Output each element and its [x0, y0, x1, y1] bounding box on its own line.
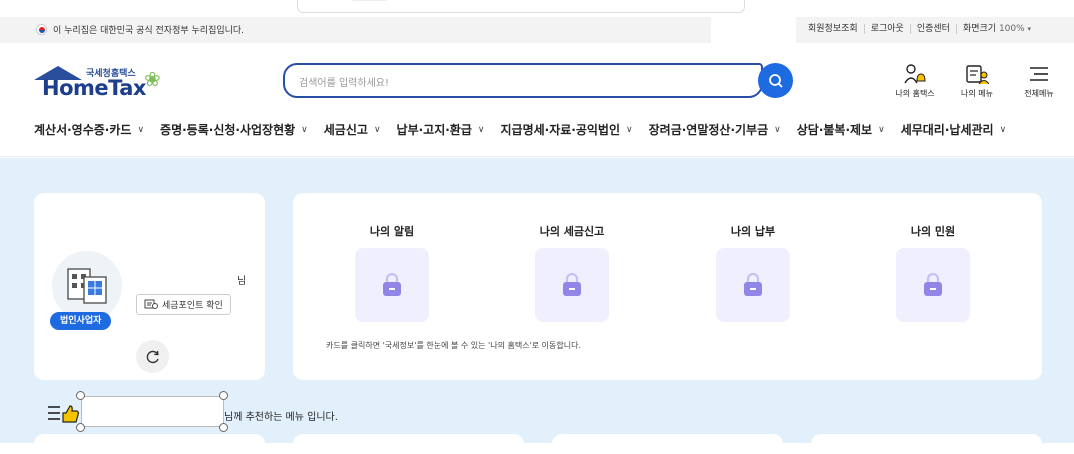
zoom-label: 화면크기 [962, 24, 997, 34]
nav-label: 계산서·영수증·카드 [34, 123, 132, 137]
quick-item-civil[interactable]: 나의 민원 [888, 223, 978, 322]
hamburger-icon [1030, 67, 1048, 81]
user-name-suffix: 님 [237, 276, 247, 287]
nav-agent[interactable]: 세무대리·납세관리 ∨ [901, 121, 1006, 138]
nav-label: 세금신고 [323, 123, 368, 137]
nav-incentive[interactable]: 장려금·연말정산·기부금 ∨ [649, 121, 781, 138]
blank-area [711, 17, 796, 43]
quick-item-title: 나의 납부 [730, 225, 776, 238]
hometax-logo[interactable]: 국세청홈택스 HomeTax ❀ [34, 63, 184, 103]
chevron-down-icon: ∨ [137, 124, 145, 135]
zoom-value: 100% [998, 24, 1025, 34]
refresh-button[interactable] [136, 340, 169, 373]
recommend-text: 님께 추천하는 메뉴 입니다. [224, 412, 338, 423]
chevron-down-icon: ∨ [301, 124, 308, 135]
menu-card[interactable] [811, 434, 1042, 454]
search-icon [768, 73, 783, 88]
lock-icon [563, 272, 581, 296]
resize-handle[interactable] [219, 391, 228, 400]
logo-main: HomeTax [42, 76, 146, 100]
nav-payment[interactable]: 납부·고지·환급 ∨ [397, 121, 485, 138]
all-menu-label: 전체메뉴 [1024, 89, 1054, 98]
my-hometax-label: 나의 홈택스 [895, 89, 935, 98]
lock-box [896, 248, 970, 322]
chevron-down-icon: ▾ [1027, 25, 1032, 33]
menu-card[interactable] [552, 434, 783, 454]
nav-label: 장려금·연말정산·기부금 [648, 123, 769, 137]
nav-invoice[interactable]: 계산서·영수증·카드 ∨ [34, 121, 144, 138]
business-type-badge: 법인사업자 [50, 312, 112, 330]
thumbs-up-list-icon [48, 405, 79, 423]
nav-label: 납부·고지·환급 [396, 123, 472, 137]
chevron-down-icon: ∨ [878, 124, 885, 135]
lock-box [535, 248, 609, 322]
cert-center-link[interactable]: 인증센터 [909, 24, 956, 34]
nav-label: 지급명세·자료·공익법인 [500, 123, 621, 137]
lock-box [355, 248, 429, 322]
my-menu-label: 나의 메뉴 [961, 89, 993, 98]
user-bell-icon [904, 64, 926, 84]
my-hometax-card[interactable]: 나의 알림 나의 세금신고 나의 납부 나의 민원 카드를 클릭하면 '국세정보… [293, 193, 1042, 380]
profile-card: 법인사업자 님 세금포인트 확인 [34, 193, 265, 380]
chevron-down-icon: ∨ [373, 124, 381, 135]
my-menu-button[interactable]: 나의 메뉴 [954, 63, 1000, 99]
tab-handle [350, 0, 388, 1]
lock-icon [383, 272, 401, 296]
tax-point-label: 세금포인트 확인 [162, 301, 223, 311]
quick-description: 카드를 클릭하면 '국세정보'를 한눈에 볼 수 있는 '나의 홈택스'로 이동… [326, 341, 582, 350]
gov-notice: 이 누리집은 대한민국 공식 전자정부 누리집입니다. [36, 23, 244, 36]
refresh-icon [146, 350, 159, 363]
korea-flag-icon [36, 24, 47, 35]
browser-top-strip [0, 0, 1074, 14]
quick-item-payment[interactable]: 나의 납부 [708, 223, 798, 322]
lock-icon [744, 272, 762, 296]
tax-point-button[interactable]: 세금포인트 확인 [136, 294, 231, 315]
user-name-selection-box[interactable] [81, 396, 224, 427]
site-header: 국세청홈택스 HomeTax ❀ 검색어를 입력하세요! 나의 홈택스 나의 메… [0, 43, 1074, 157]
search-placeholder: 검색어를 입력하세요! [299, 78, 389, 89]
leaf-deco-icon: ❀ [144, 67, 161, 91]
floating-tab [297, 0, 745, 13]
quick-item-title: 나의 민원 [910, 225, 956, 238]
menu-card[interactable] [34, 434, 265, 454]
resize-handle[interactable] [76, 391, 85, 400]
nav-label: 세무대리·납세관리 [900, 123, 994, 137]
lock-box [716, 248, 790, 322]
nav-statement[interactable]: 지급명세·자료·공익법인 ∨ [500, 121, 632, 138]
zoom-control[interactable]: 화면크기 100% ▾ [955, 24, 1037, 34]
quick-item-title: 나의 알림 [369, 225, 415, 238]
point-icon [144, 299, 158, 309]
search-input[interactable]: 검색어를 입력하세요! [283, 63, 763, 98]
search-button[interactable] [758, 63, 793, 98]
quick-item-tax-return[interactable]: 나의 세금신고 [527, 223, 617, 322]
logout-link[interactable]: 로그아웃 [863, 24, 910, 34]
avatar [52, 251, 122, 321]
member-info-link[interactable]: 회원정보조회 [808, 24, 864, 34]
my-hometax-button[interactable]: 나의 홈택스 [892, 63, 938, 99]
building-icon [67, 268, 107, 304]
resize-handle[interactable] [76, 423, 85, 432]
chevron-down-icon: ∨ [999, 124, 1007, 135]
resize-handle[interactable] [219, 423, 228, 432]
nav-certificate[interactable]: 증명·등록·신청·사업장현황 ∨ [160, 121, 308, 138]
chevron-down-icon: ∨ [774, 124, 781, 135]
nav-label: 증명·등록·신청·사업장현황 [160, 123, 296, 137]
nav-tax-return[interactable]: 세금신고 ∨ [324, 121, 381, 138]
lock-icon [924, 272, 942, 296]
nav-consult[interactable]: 상담·불복·제보 ∨ [797, 121, 885, 138]
header-menu: 나의 홈택스 나의 메뉴 전체메뉴 [892, 63, 1062, 99]
main-nav: 계산서·영수증·카드 ∨ 증명·등록·신청·사업장현황 ∨ 세금신고 ∨ 납부·고지·… [34, 121, 1006, 138]
chevron-down-icon: ∨ [477, 124, 485, 135]
all-menu-button[interactable]: 전체메뉴 [1016, 63, 1062, 99]
quick-item-alarm[interactable]: 나의 알림 [347, 223, 437, 322]
utility-links: 회원정보조회 로그아웃 인증센터 화면크기 100% ▾ [808, 24, 1037, 34]
document-user-icon [966, 65, 989, 85]
menu-card[interactable] [293, 434, 524, 454]
nav-label: 상담·불복·제보 [796, 123, 873, 137]
quick-item-title: 나의 세금신고 [539, 225, 605, 238]
chevron-down-icon: ∨ [626, 124, 633, 135]
gov-notice-bar: 이 누리집은 대한민국 공식 전자정부 누리집입니다. 회원정보조회 로그아웃 … [0, 17, 1074, 43]
gov-notice-text: 이 누리집은 대한민국 공식 전자정부 누리집입니다. [53, 26, 245, 36]
